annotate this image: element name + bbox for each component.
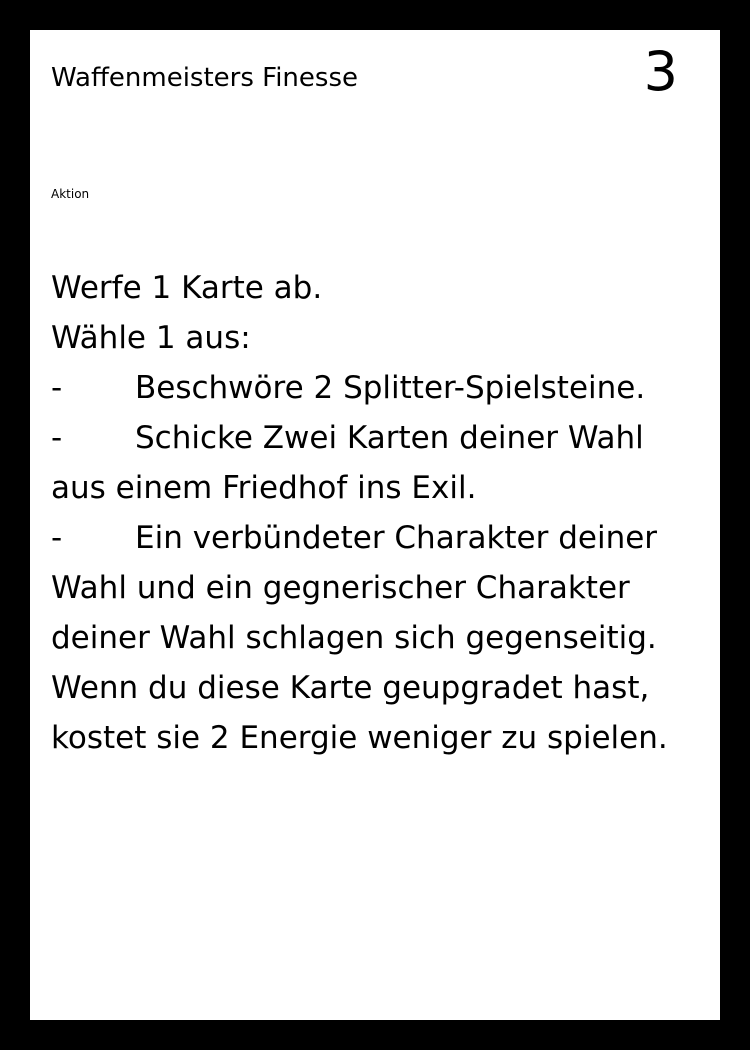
rule-line: Werfe 1 Karte ab. [51,263,711,313]
rule-dash: - [51,370,63,406]
rule-dash: - [51,420,63,456]
rule-text: Werfe 1 Karte ab. [51,270,323,306]
rule-text: Schicke Zwei Karten deiner Wahl [135,420,644,456]
card-rules-text: Werfe 1 Karte ab. Wähle 1 aus: - Beschwör… [51,263,711,763]
rule-line: Wahl und ein gegnerischer Charakter [51,563,711,613]
rule-text: Ein verbündeter Charakter deiner [135,520,658,556]
rule-text: Wähle 1 aus: [51,320,251,356]
card-cost: 3 [643,40,678,103]
rule-line: Wähle 1 aus: [51,313,711,363]
rule-line: aus einem Friedhof ins Exil. [51,463,711,513]
game-card: Waffenmeisters Finesse 3 Aktion Werfe 1 … [30,30,720,1020]
rule-line: - Beschwöre 2 Splitter-Spielsteine. [51,363,711,413]
rule-line: - Schicke Zwei Karten deiner Wahl [51,413,711,463]
card-title: Waffenmeisters Finesse [51,63,358,93]
rule-text: aus einem Friedhof ins Exil. [51,470,477,506]
rule-line: deiner Wahl schlagen sich gegenseitig. [51,613,711,663]
rule-text: kostet sie 2 Energie weniger zu spielen. [51,720,668,756]
rule-line: Wenn du diese Karte geupgradet hast, [51,663,711,713]
card-type: Aktion [51,187,90,201]
rule-text: deiner Wahl schlagen sich gegenseitig. [51,620,657,656]
rule-text: Beschwöre 2 Splitter-Spielsteine. [135,370,646,406]
rule-dash: - [51,520,63,556]
rule-line: - Ein verbündeter Charakter deiner [51,513,711,563]
rule-text: Wahl und ein gegnerischer Charakter [51,570,630,606]
rule-text: Wenn du diese Karte geupgradet hast, [51,670,650,706]
rule-line: kostet sie 2 Energie weniger zu spielen. [51,713,711,763]
